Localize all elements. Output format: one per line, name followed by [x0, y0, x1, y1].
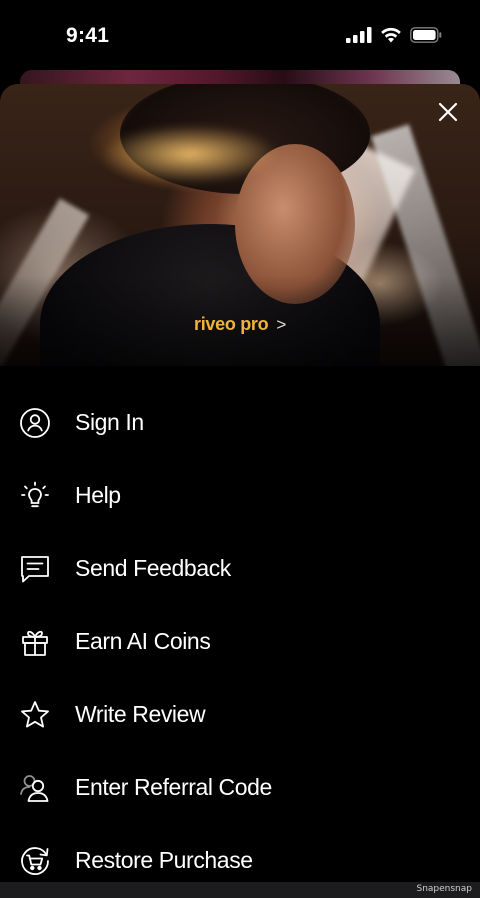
menu-item-write-review[interactable]: Write Review [0, 678, 480, 751]
gift-icon [18, 625, 52, 659]
status-time: 9:41 [66, 24, 110, 47]
menu-item-send-feedback[interactable]: Send Feedback [0, 532, 480, 605]
wifi-icon [381, 27, 401, 43]
menu-item-label: Earn AI Coins [75, 628, 211, 654]
menu-item-label: Help [75, 482, 121, 508]
status-icons [346, 27, 442, 43]
menu-item-label: Send Feedback [75, 555, 231, 581]
menu-item-enter-referral-code[interactable]: Enter Referral Code [0, 751, 480, 824]
restore-cart-icon [18, 844, 52, 878]
footer-bar: Snapensnap [0, 882, 480, 898]
menu-item-label: Sign In [75, 409, 144, 435]
user-circle-icon [18, 406, 52, 440]
battery-icon [410, 27, 442, 43]
chevron-right-icon: > [276, 315, 286, 334]
riveo-pro-label: riveo pro [194, 314, 269, 334]
menu-item-earn-ai-coins[interactable]: Earn AI Coins [0, 605, 480, 678]
close-icon [438, 102, 458, 122]
close-button[interactable] [434, 98, 462, 126]
message-icon [18, 552, 52, 586]
lightbulb-icon [18, 479, 52, 513]
hero-banner[interactable]: riveo pro > [0, 84, 480, 366]
menu-item-label: Enter Referral Code [75, 774, 272, 800]
cellular-signal-icon [346, 27, 372, 43]
menu-sheet: riveo pro > Sign In Help Send Feedback E… [0, 84, 480, 898]
menu-item-sign-in[interactable]: Sign In [0, 386, 480, 459]
menu-item-help[interactable]: Help [0, 459, 480, 532]
menu-item-label: Write Review [75, 701, 206, 727]
status-bar: 9:41 [0, 0, 480, 72]
star-icon [18, 698, 52, 732]
watermark: Snapensnap [416, 884, 472, 894]
menu-item-label: Restore Purchase [75, 847, 253, 873]
menu-list: Sign In Help Send Feedback Earn AI Coins… [0, 386, 480, 897]
riveo-pro-link[interactable]: riveo pro > [0, 314, 480, 335]
users-icon [18, 771, 52, 805]
